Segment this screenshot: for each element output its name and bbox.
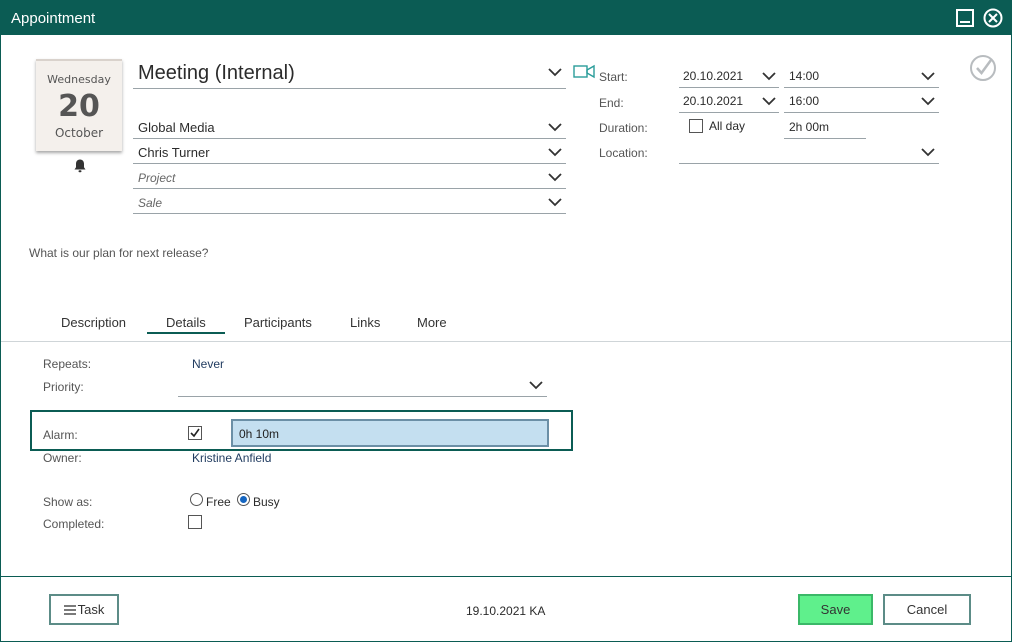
all-day-checkbox[interactable]: [689, 119, 703, 133]
all-day-label: All day: [709, 119, 746, 133]
calendar-day: 20: [58, 89, 100, 124]
location-label: Location:: [599, 146, 648, 160]
cancel-button[interactable]: Cancel: [883, 594, 971, 625]
end-date-underline: [679, 112, 779, 113]
chevron-down-icon[interactable]: [921, 71, 935, 81]
start-date-field[interactable]: 20.10.2021: [683, 69, 743, 83]
updated-info: 19.10.2021 KA: [466, 604, 546, 618]
show-as-busy-radio[interactable]: [237, 493, 250, 506]
chevron-down-icon[interactable]: [548, 172, 562, 182]
agenda-text[interactable]: What is our plan for next release?: [29, 246, 208, 260]
calendar-month: October: [54, 126, 104, 140]
menu-icon: [63, 605, 76, 615]
tab-participants[interactable]: Participants: [244, 315, 312, 330]
subject-underline: [133, 88, 566, 89]
minimize-icon[interactable]: [955, 8, 975, 28]
active-tab-indicator: [147, 332, 225, 334]
close-icon[interactable]: [983, 8, 1003, 28]
sale-underline: [133, 213, 566, 214]
alarm-checkbox[interactable]: [188, 426, 202, 440]
tab-links[interactable]: Links: [350, 315, 380, 330]
repeats-label: Repeats:: [43, 357, 92, 371]
show-as-label: Show as:: [43, 495, 93, 509]
tab-description[interactable]: Description: [61, 315, 126, 330]
chevron-down-icon[interactable]: [762, 71, 776, 81]
start-time-underline: [784, 87, 939, 88]
duration-field[interactable]: 2h 00m: [789, 120, 829, 134]
tab-divider: [1, 341, 1011, 342]
calendar-weekday: Wednesday: [47, 73, 111, 86]
task-button-label: Task: [77, 602, 105, 617]
chevron-down-icon[interactable]: [921, 147, 935, 157]
window-title: Appointment: [11, 10, 96, 27]
bell-icon[interactable]: [72, 158, 88, 174]
start-date-underline: [679, 87, 779, 88]
project-field[interactable]: Project: [138, 171, 175, 185]
show-as-busy-label: Busy: [253, 495, 280, 509]
company-field[interactable]: Global Media: [138, 120, 215, 135]
duration-underline: [784, 138, 866, 139]
sale-field[interactable]: Sale: [138, 196, 162, 210]
task-button[interactable]: Task: [49, 594, 119, 625]
chevron-down-icon[interactable]: [548, 67, 562, 77]
end-time-underline: [784, 112, 939, 113]
chevron-down-icon[interactable]: [921, 96, 935, 106]
duration-label: Duration:: [599, 121, 648, 135]
show-as-free-radio[interactable]: [190, 493, 203, 506]
tab-more[interactable]: More: [417, 315, 447, 330]
priority-label: Priority:: [43, 380, 84, 394]
show-as-free-label: Free: [206, 495, 231, 509]
start-time-field[interactable]: 14:00: [789, 69, 819, 83]
completed-label: Completed:: [43, 517, 105, 531]
video-call-icon[interactable]: [573, 64, 595, 80]
end-label: End:: [599, 96, 624, 110]
chevron-down-icon[interactable]: [548, 122, 562, 132]
subject-field[interactable]: Meeting (Internal): [138, 62, 295, 85]
appointment-window: Appointment Wednesday 20 October Meeting…: [0, 0, 1012, 642]
save-button[interactable]: Save: [798, 594, 873, 625]
alarm-time-input[interactable]: 0h 10m: [231, 419, 549, 447]
project-underline: [133, 188, 566, 189]
start-label: Start:: [599, 70, 628, 84]
repeats-value[interactable]: Never: [192, 357, 224, 371]
chevron-down-icon[interactable]: [548, 197, 562, 207]
tab-details[interactable]: Details: [166, 315, 206, 330]
completed-checkbox[interactable]: [188, 515, 202, 529]
complete-check-icon[interactable]: [969, 54, 997, 82]
footer-divider: [1, 576, 1011, 577]
location-underline: [679, 163, 939, 164]
owner-value[interactable]: Kristine Anfield: [192, 451, 271, 465]
title-bar: Appointment: [1, 1, 1011, 35]
contact-field[interactable]: Chris Turner: [138, 145, 210, 160]
chevron-down-icon[interactable]: [529, 380, 543, 390]
chevron-down-icon[interactable]: [548, 147, 562, 157]
calendar-date-tile: Wednesday 20 October: [36, 59, 122, 151]
alarm-label: Alarm:: [43, 428, 78, 442]
end-date-field[interactable]: 20.10.2021: [683, 94, 743, 108]
owner-label: Owner:: [43, 451, 82, 465]
priority-underline: [178, 396, 547, 397]
chevron-down-icon[interactable]: [762, 96, 776, 106]
company-underline: [133, 138, 566, 139]
contact-underline: [133, 163, 566, 164]
end-time-field[interactable]: 16:00: [789, 94, 819, 108]
